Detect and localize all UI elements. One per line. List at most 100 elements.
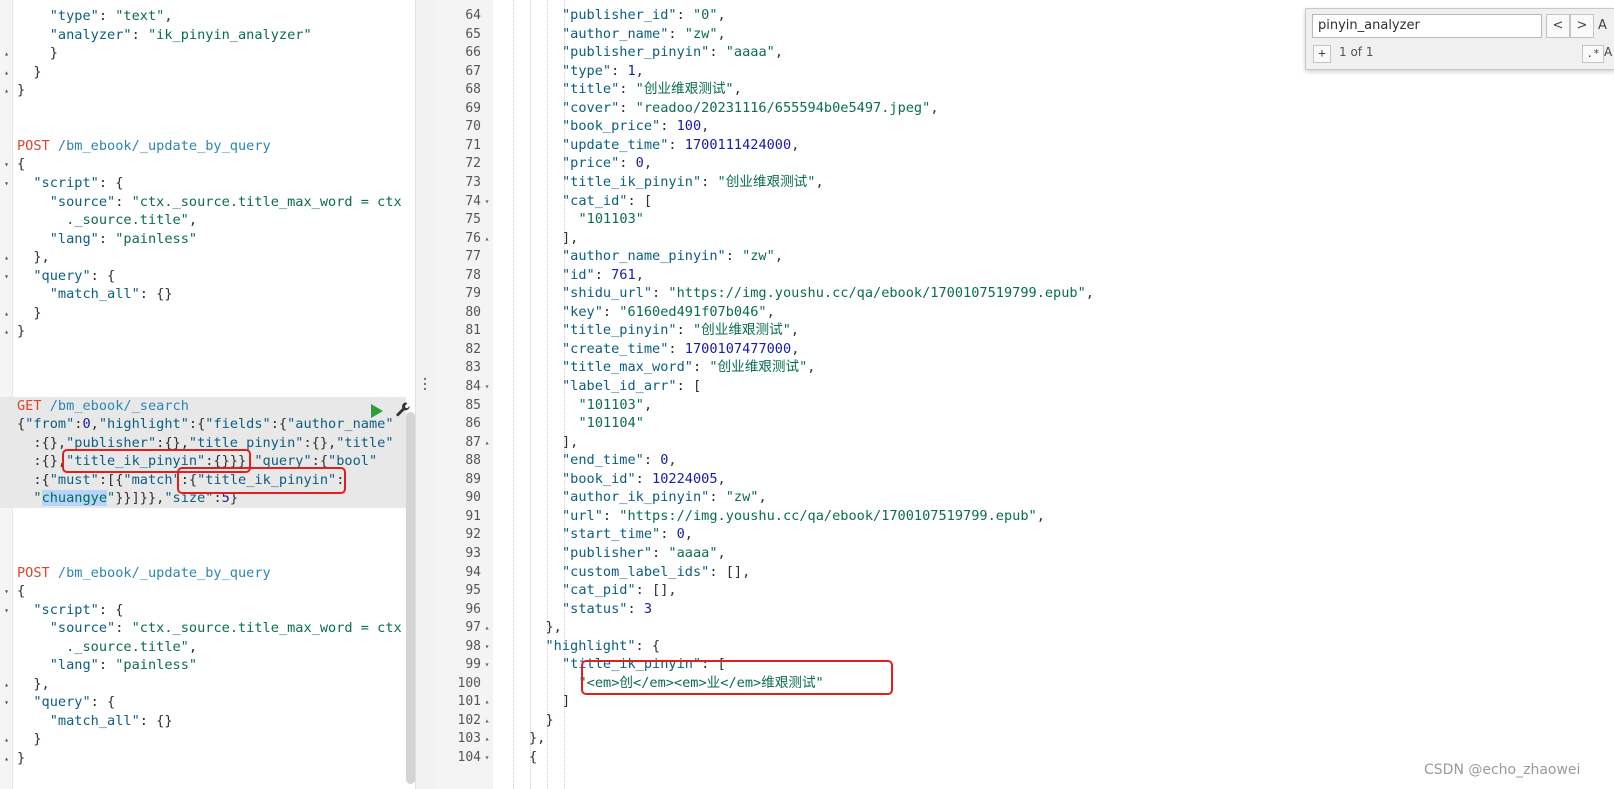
line-number: 98 xyxy=(465,638,481,654)
code-token: "from" xyxy=(25,416,75,433)
request-code-line[interactable] xyxy=(0,526,406,545)
request-code-line[interactable]: ▴ } xyxy=(0,730,406,749)
find-case-sensitive-toggle[interactable]: A xyxy=(1604,45,1612,59)
code-token: , xyxy=(815,173,824,190)
code-token: "analyzer" xyxy=(49,26,132,43)
request-code-line[interactable]: ▴ }, xyxy=(0,248,406,267)
request-code-line[interactable]: "lang": "painless" xyxy=(0,656,406,675)
fold-close-icon[interactable]: ▴ xyxy=(2,304,11,323)
annotation-box-match-field xyxy=(177,467,346,494)
request-code-line[interactable]: "analyzer": "ik_pinyin_analyzer" xyxy=(0,26,406,45)
request-code-line[interactable]: ▴ } xyxy=(0,44,406,63)
request-code-line[interactable] xyxy=(0,378,406,397)
fold-close-icon[interactable]: ▴ xyxy=(2,44,11,63)
fold-open-icon[interactable]: ▾ xyxy=(483,637,491,656)
request-code-line[interactable]: ▾{ xyxy=(0,582,406,601)
fold-open-icon[interactable]: ▾ xyxy=(2,601,11,620)
request-code-line[interactable]: ▴} xyxy=(0,749,406,768)
request-code-line[interactable] xyxy=(0,100,406,119)
request-code-line[interactable] xyxy=(0,545,406,564)
request-code-line[interactable]: "match_all": {} xyxy=(0,285,406,304)
line-number: 83 xyxy=(465,360,481,376)
code-token: POST xyxy=(17,564,50,581)
fold-close-icon[interactable]: ▴ xyxy=(2,248,11,267)
request-code-line[interactable] xyxy=(0,508,406,527)
request-code-line[interactable]: ▾ "script": { xyxy=(0,174,406,193)
find-next-button[interactable]: > xyxy=(1570,14,1594,38)
request-code-line[interactable] xyxy=(0,118,406,137)
code-token: "label_id_arr" xyxy=(562,378,677,394)
fold-open-icon[interactable]: ▾ xyxy=(483,655,491,674)
request-code-line[interactable]: ▾{ xyxy=(0,155,406,174)
request-code-line[interactable]: ▾ "query": { xyxy=(0,693,406,712)
request-code-line[interactable]: GET /bm_ebook/_search xyxy=(0,396,406,416)
pane-resize-handle[interactable]: · · · xyxy=(415,0,436,789)
line-number: 75 xyxy=(465,212,481,228)
play-icon[interactable] xyxy=(371,404,383,418)
find-option-button[interactable]: A xyxy=(1598,18,1607,33)
response-code-line: 87 ▴], xyxy=(435,433,1614,452)
fold-open-icon[interactable]: ▾ xyxy=(2,155,11,174)
request-code-line[interactable]: "lang": "painless" xyxy=(0,230,406,249)
request-code-line[interactable]: "source": "ctx._source.title_max_word = … xyxy=(0,193,406,212)
response-code-text: "cat_id": [ xyxy=(562,192,652,211)
request-code-line[interactable] xyxy=(0,359,406,378)
request-code-line[interactable]: ▴ } xyxy=(0,63,406,82)
request-editor[interactable]: "type": "text", "analyzer": "ik_pinyin_a… xyxy=(0,0,415,789)
find-input[interactable]: pinyin_analyzer xyxy=(1312,14,1542,38)
request-code-line[interactable]: ▴} xyxy=(0,81,406,100)
fold-close-icon[interactable]: ▴ xyxy=(483,711,491,730)
code-token: "title" xyxy=(336,434,394,451)
fold-open-icon[interactable]: ▾ xyxy=(483,377,491,396)
fold-close-icon[interactable]: ▴ xyxy=(2,749,11,768)
code-token: 100 xyxy=(676,118,702,135)
fold-open-icon[interactable]: ▾ xyxy=(2,582,11,601)
code-token: "url" xyxy=(562,507,603,524)
response-code-line: 92 "start_time": 0, xyxy=(435,525,1614,544)
find-regex-toggle[interactable]: .* xyxy=(1582,45,1604,63)
request-code-line[interactable]: "source": "ctx._source.title_max_word = … xyxy=(0,619,406,638)
fold-close-icon[interactable]: ▴ xyxy=(483,433,491,452)
request-code-line[interactable]: "match_all": {} xyxy=(0,712,406,731)
find-replace-toggle-button[interactable]: + xyxy=(1313,45,1331,63)
fold-open-icon[interactable]: ▾ xyxy=(483,192,491,211)
request-code-line[interactable]: ▾ "query": { xyxy=(0,267,406,286)
request-code-line[interactable]: ▴ } xyxy=(0,304,406,323)
request-code-text: "analyzer": "ik_pinyin_analyzer" xyxy=(17,26,312,45)
response-code-text: "author_name_pinyin": "zw", xyxy=(562,247,783,266)
fold-close-icon[interactable]: ▴ xyxy=(2,730,11,749)
code-token: 1700107477000 xyxy=(684,340,792,357)
fold-close-icon[interactable]: ▴ xyxy=(483,692,491,711)
find-previous-button[interactable]: < xyxy=(1546,14,1570,38)
fold-close-icon[interactable]: ▴ xyxy=(483,229,491,248)
fold-close-icon[interactable]: ▴ xyxy=(2,81,11,100)
request-editor-scrollbar[interactable] xyxy=(406,412,415,784)
code-token: : xyxy=(725,248,743,265)
fold-open-icon[interactable]: ▾ xyxy=(2,693,11,712)
request-code-line[interactable]: ▴} xyxy=(0,322,406,341)
request-code-line[interactable]: ▾ "script": { xyxy=(0,601,406,620)
fold-close-icon[interactable]: ▴ xyxy=(2,322,11,341)
request-code-line[interactable]: "type": "text", xyxy=(0,7,406,26)
fold-open-icon[interactable]: ▾ xyxy=(2,174,11,193)
request-code-line[interactable]: ._source.title", xyxy=(0,638,406,657)
fold-close-icon[interactable]: ▴ xyxy=(483,729,491,748)
line-number: 85 xyxy=(465,397,481,413)
request-code-line[interactable]: ._source.title", xyxy=(0,211,406,230)
response-code-text: ], xyxy=(562,433,578,452)
fold-close-icon[interactable]: ▴ xyxy=(2,63,11,82)
request-code-line[interactable]: {"from":0,"highlight":{"fields":{"author… xyxy=(0,415,406,435)
fold-close-icon[interactable]: ▴ xyxy=(483,618,491,637)
fold-open-icon[interactable]: ▾ xyxy=(483,748,491,767)
fold-close-icon[interactable]: ▴ xyxy=(2,675,11,694)
request-code-line[interactable]: POST /bm_ebook/_update_by_query xyxy=(0,564,406,583)
code-token: " xyxy=(17,490,42,507)
drag-grip-icon[interactable]: · · · xyxy=(420,373,430,397)
line-number: 81 xyxy=(465,323,481,339)
request-code-line[interactable]: POST /bm_ebook/_update_by_query xyxy=(0,137,406,156)
code-token: "aaaa" xyxy=(725,44,775,61)
fold-open-icon[interactable]: ▾ xyxy=(2,267,11,286)
request-code-line[interactable]: ▴ }, xyxy=(0,675,406,694)
request-code-line[interactable] xyxy=(0,341,406,360)
